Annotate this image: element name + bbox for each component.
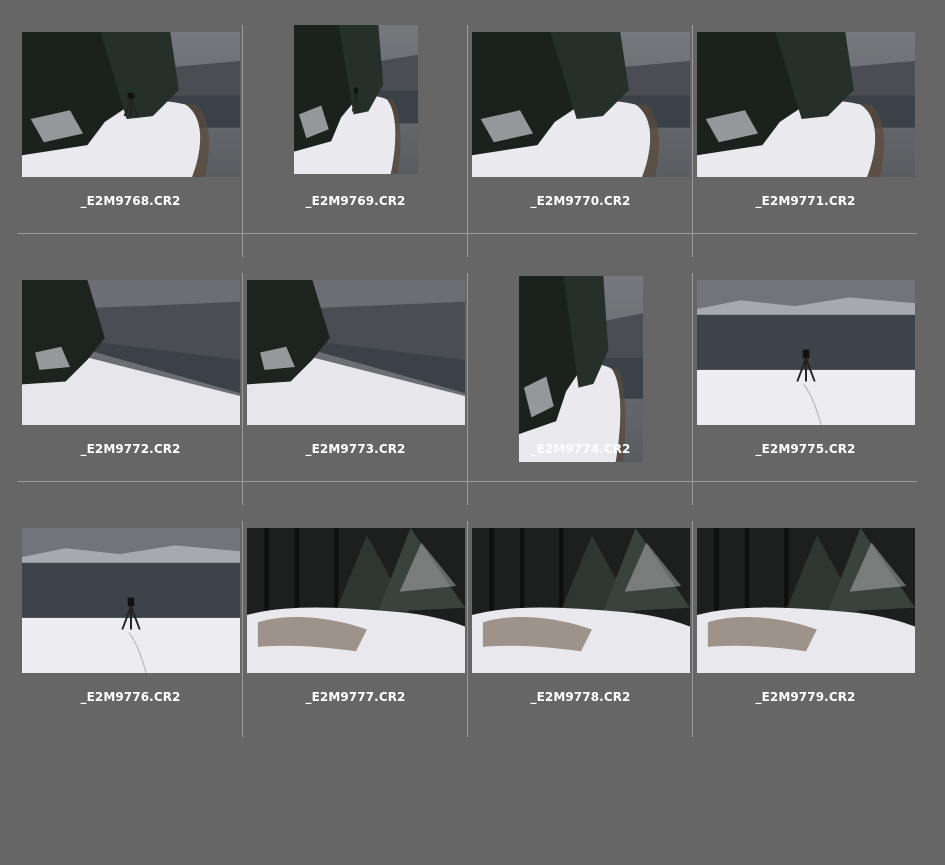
thumbnail-cell[interactable]: _E2M9771.CR2 [693,25,918,257]
thumbnail-cell[interactable]: _E2M9777.CR2 [243,521,468,737]
thumbnail-cell[interactable]: _E2M9770.CR2 [468,25,693,257]
thumbnail-cell[interactable]: _E2M9768.CR2 [18,25,243,257]
thumbnail-image[interactable] [472,528,690,673]
thumbnail-filename: _E2M9778.CR2 [530,690,631,704]
thumbnail-cell[interactable]: _E2M9779.CR2 [693,521,918,737]
thumbnail-image[interactable] [697,528,915,673]
thumbnail-filename: _E2M9777.CR2 [305,690,406,704]
thumbnail-image[interactable] [697,32,915,177]
thumbnail-image[interactable] [22,32,240,177]
thumbnail-filename: _E2M9779.CR2 [755,690,856,704]
thumbnail-image[interactable] [22,528,240,673]
thumbnail-filename: _E2M9773.CR2 [305,442,406,456]
thumbnail-filename: _E2M9770.CR2 [530,194,631,208]
row-divider [18,233,917,234]
thumbnail-cell[interactable]: _E2M9776.CR2 [18,521,243,737]
thumbnail-cell[interactable]: _E2M9772.CR2 [18,273,243,505]
thumbnail-image[interactable] [247,280,465,425]
thumbnail-grid: _E2M9768.CR2 _E2M9769.CR2 _E2M9770.CR2 _… [18,25,918,737]
thumbnail-image[interactable] [22,280,240,425]
thumbnail-image[interactable] [247,528,465,673]
thumbnail-cell[interactable]: _E2M9774.CR2 [468,273,693,505]
thumbnail-image[interactable] [472,32,690,177]
thumbnail-image[interactable] [697,280,915,425]
thumbnail-cell[interactable]: _E2M9773.CR2 [243,273,468,505]
thumbnail-filename: _E2M9776.CR2 [80,690,181,704]
thumbnail-cell[interactable]: _E2M9778.CR2 [468,521,693,737]
thumbnail-filename: _E2M9772.CR2 [80,442,181,456]
thumbnail-filename: _E2M9768.CR2 [80,194,181,208]
thumbnail-cell[interactable]: _E2M9775.CR2 [693,273,918,505]
thumbnail-filename: _E2M9771.CR2 [755,194,856,208]
thumbnail-filename: _E2M9775.CR2 [755,442,856,456]
row-divider [18,481,917,482]
thumbnail-filename: _E2M9774.CR2 [530,442,631,456]
thumbnail-image[interactable] [294,25,418,174]
thumbnail-filename: _E2M9769.CR2 [305,194,406,208]
thumbnail-cell[interactable]: _E2M9769.CR2 [243,25,468,257]
thumbnail-image[interactable] [519,276,643,462]
